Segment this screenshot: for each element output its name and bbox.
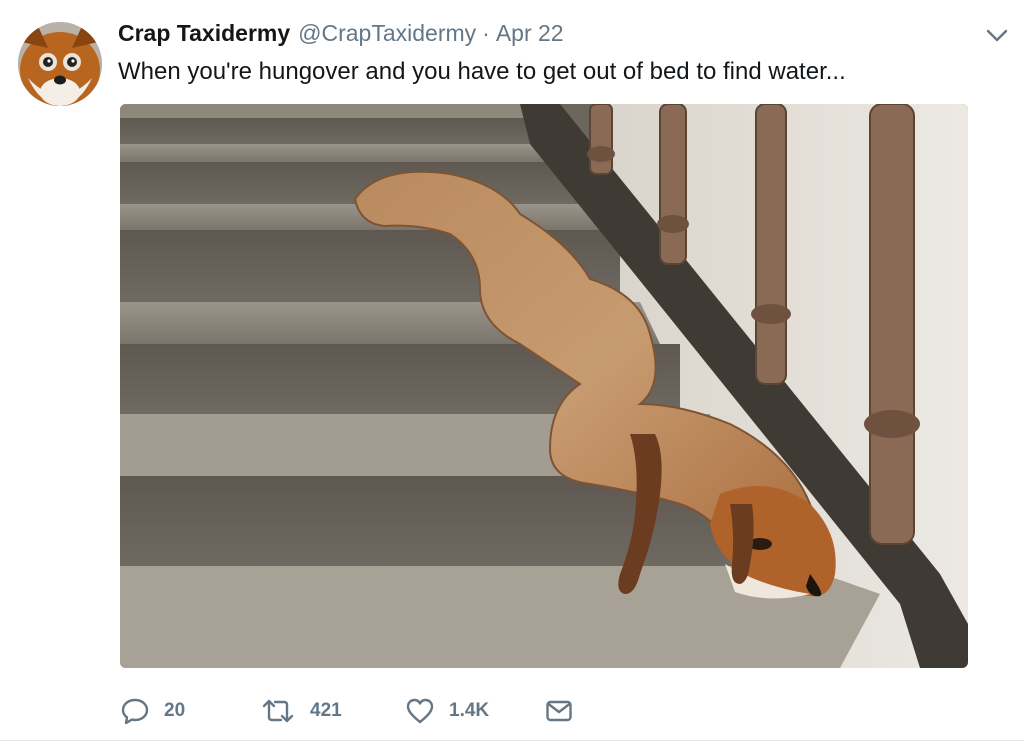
tweet-card[interactable]: Crap Taxidermy @CrapTaxidermy · Apr 22 W… [0, 0, 1024, 750]
retweet-icon [262, 699, 294, 723]
retweet-count: 421 [310, 700, 342, 721]
tweet-media-photo[interactable] [120, 104, 968, 668]
author-display-name[interactable]: Crap Taxidermy [118, 20, 290, 47]
like-button[interactable]: 1.4K [405, 694, 489, 728]
heart-icon [406, 698, 434, 724]
tweet-actions: 20 421 1.4K [120, 694, 600, 728]
direct-message-button[interactable] [544, 694, 574, 728]
envelope-icon [546, 700, 572, 722]
avatar[interactable] [18, 22, 102, 106]
reply-icon [121, 698, 149, 725]
reply-count: 20 [164, 700, 186, 721]
chevron-down-icon [986, 29, 1008, 42]
header-separator: · [482, 20, 490, 46]
author-handle[interactable]: @CrapTaxidermy [298, 20, 476, 47]
reply-button[interactable]: 20 [120, 694, 185, 728]
tweet-menu-button[interactable] [984, 24, 1010, 46]
taxidermy-fox-on-stairs-photo [120, 104, 968, 668]
tweet-date[interactable]: Apr 22 [496, 20, 564, 47]
tweet-text: When you're hungover and you have to get… [118, 58, 846, 85]
like-count: 1.4K [449, 700, 490, 721]
fox-avatar-icon [18, 22, 102, 106]
retweet-button[interactable]: 421 [260, 694, 342, 728]
tweet-divider [0, 740, 1024, 741]
tweet-header: Crap Taxidermy @CrapTaxidermy · Apr 22 [118, 20, 564, 50]
